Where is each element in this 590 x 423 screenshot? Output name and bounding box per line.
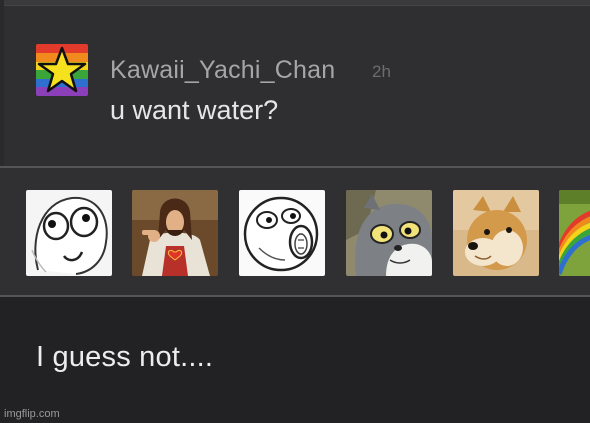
reply-text[interactable]: I guess not.... <box>36 341 213 374</box>
lol-face-icon <box>239 190 325 276</box>
buddy-christ-icon <box>132 190 218 276</box>
derp-face-icon <box>26 190 112 276</box>
watermark: imgflip.com <box>4 408 60 420</box>
sticker-picker <box>0 168 590 295</box>
comment: Kawaii_Yachi_Chan 2h u want water? <box>0 6 590 166</box>
sticker-unsettled-tom[interactable] <box>346 190 432 276</box>
comment-text: u want water? <box>110 95 279 125</box>
sticker-buddy-christ[interactable] <box>132 190 218 276</box>
user-avatar[interactable] <box>36 44 88 96</box>
doge-icon <box>453 190 539 276</box>
rainbow-star-icon <box>36 44 88 96</box>
rainbow-icon <box>559 190 590 276</box>
sticker-rainbow[interactable] <box>559 190 590 276</box>
sticker-doge[interactable] <box>453 190 539 276</box>
username-link[interactable]: Kawaii_Yachi_Chan <box>110 56 335 85</box>
comment-timestamp: 2h <box>372 62 391 81</box>
sticker-lol-rage-face[interactable] <box>239 190 325 276</box>
unsettled-tom-icon <box>346 190 432 276</box>
sticker-derp-meme-face[interactable] <box>26 190 112 276</box>
reply-input-area[interactable]: I guess not.... imgflip.com <box>0 297 590 423</box>
